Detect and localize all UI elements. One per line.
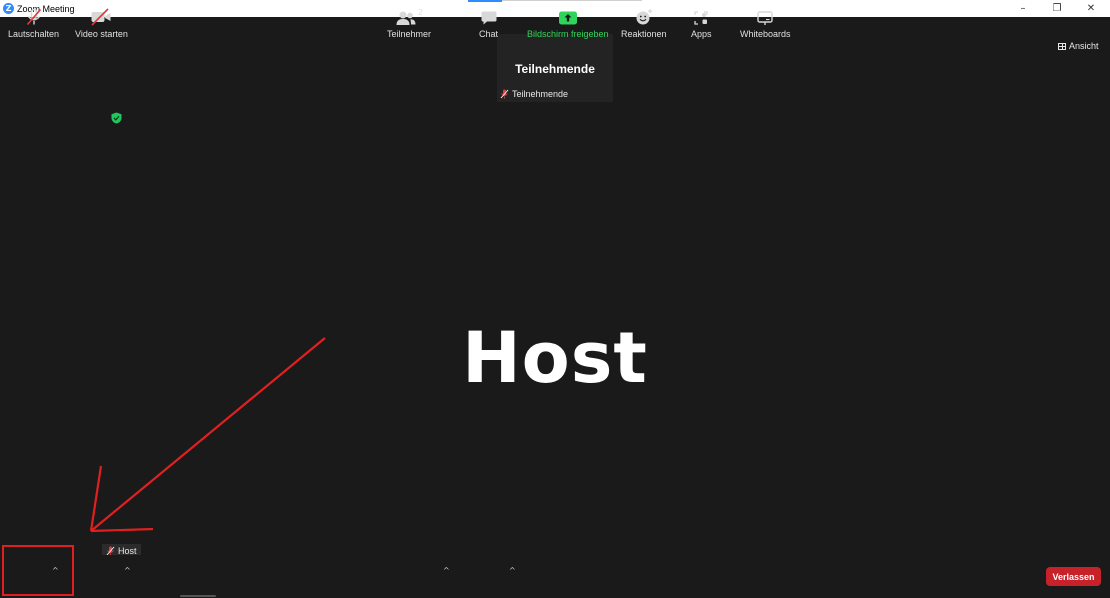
thumbnail-name: Teilnehmende xyxy=(515,62,595,76)
participants-label: Teilnehmer xyxy=(387,29,432,39)
start-video-button[interactable]: Video starten xyxy=(75,8,128,39)
video-options-caret[interactable]: ^ xyxy=(124,566,131,575)
video-off-icon xyxy=(91,8,111,26)
muted-mic-icon xyxy=(500,89,509,99)
titlebar-divider xyxy=(502,0,642,1)
toolbar-scroll-indicator xyxy=(180,595,216,597)
titlebar-accent xyxy=(468,0,502,2)
unmute-label: Lautschalten xyxy=(8,29,60,39)
reactions-button[interactable]: Reaktionen xyxy=(621,8,667,39)
participants-icon xyxy=(396,11,416,25)
chat-button[interactable]: Chat xyxy=(479,8,498,39)
grid-icon xyxy=(1058,42,1066,50)
apps-icon xyxy=(694,11,708,25)
active-speaker-name: Host xyxy=(462,317,648,399)
apps-button[interactable]: Apps xyxy=(691,8,712,39)
whiteboard-icon xyxy=(757,11,773,25)
share-screen-label: Bildschirm freigeben xyxy=(527,29,609,39)
reactions-label: Reaktionen xyxy=(621,29,667,39)
participants-count: 2 xyxy=(418,8,423,17)
view-button[interactable]: Ansicht xyxy=(1058,41,1099,51)
unmute-button[interactable]: Lautschalten xyxy=(8,8,59,39)
whiteboards-button[interactable]: Whiteboards xyxy=(740,8,791,39)
thumbnail-footer: Teilnehmende xyxy=(500,89,568,99)
close-window-button[interactable]: ✕ xyxy=(1074,0,1108,17)
whiteboards-label: Whiteboards xyxy=(740,29,791,39)
share-screen-button[interactable]: Bildschirm freigeben xyxy=(527,8,609,39)
participants-options-caret[interactable]: ^ xyxy=(443,566,450,575)
chat-bubble-icon xyxy=(481,11,496,25)
participants-button[interactable]: 2 Teilnehmer xyxy=(387,8,431,39)
apps-label: Apps xyxy=(691,29,712,39)
view-button-label: Ansicht xyxy=(1069,41,1099,51)
meeting-stage: Ansicht Teilnehmende Teilnehmende Host xyxy=(0,17,1110,598)
restore-button[interactable]: ❐ xyxy=(1040,0,1074,17)
annotation-highlight-box xyxy=(2,545,74,596)
minimize-button[interactable]: – xyxy=(1006,0,1040,17)
share-screen-icon xyxy=(558,11,577,25)
meeting-toolbar xyxy=(0,555,1110,598)
shield-check-icon[interactable] xyxy=(111,112,122,124)
thumbnail-footer-label: Teilnehmende xyxy=(512,89,569,99)
start-video-label: Video starten xyxy=(75,29,128,39)
chat-options-caret[interactable]: ^ xyxy=(509,566,516,575)
participant-thumbnail[interactable]: Teilnehmende Teilnehmende xyxy=(497,34,613,102)
smiley-plus-icon xyxy=(636,9,652,25)
chat-label: Chat xyxy=(479,29,499,39)
leave-meeting-button[interactable]: Verlassen xyxy=(1046,567,1101,586)
muted-microphone-icon xyxy=(26,8,41,26)
